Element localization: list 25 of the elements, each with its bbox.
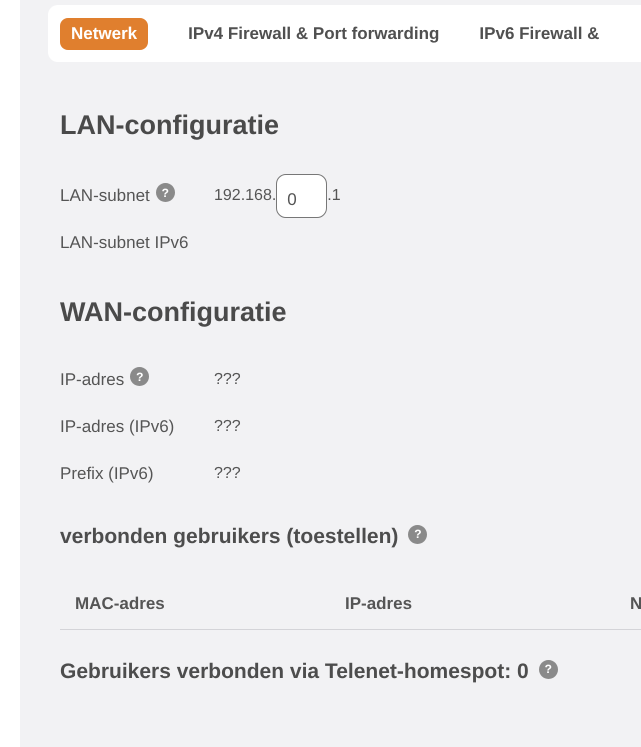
section-title: Gebruikers verbonden via Telenet-homespot: 0 bbox=[60, 660, 529, 684]
field-label: Prefix (IPv6) bbox=[60, 464, 154, 484]
section-title: WAN-configuratie bbox=[60, 296, 288, 329]
field-label: IP-adres (IPv6) bbox=[60, 416, 174, 436]
tab[interactable]: IPv4 Firewall & Port forwarding bbox=[188, 18, 440, 50]
column-header: N bbox=[630, 594, 641, 614]
help-icon[interactable]: ? bbox=[408, 524, 428, 544]
ip-prefix: 192.168. bbox=[214, 186, 276, 204]
tab[interactable]: IPv6 Firewall & bbox=[479, 18, 600, 50]
field-label: LAN-subnet bbox=[60, 186, 150, 206]
column-header: MAC-adres bbox=[75, 594, 166, 614]
ip-suffix: .1 bbox=[327, 186, 341, 204]
field-value: ??? bbox=[214, 464, 241, 482]
field-label: LAN-subnet IPv6 bbox=[60, 232, 189, 252]
section-title: verbonden gebruikers (toestellen) bbox=[60, 525, 398, 549]
column-header: IP-adres bbox=[345, 594, 414, 614]
help-icon[interactable]: ? bbox=[130, 367, 150, 386]
field-value: ??? bbox=[214, 370, 241, 388]
field-label: IP-adres bbox=[60, 370, 124, 390]
help-icon[interactable]: ? bbox=[538, 660, 558, 678]
field-value: ??? bbox=[214, 418, 241, 436]
section-title: LAN-configuratie bbox=[60, 109, 280, 142]
help-icon[interactable]: ? bbox=[156, 183, 175, 202]
tab[interactable]: Netwerk bbox=[60, 18, 148, 50]
subnet-input[interactable]: 0 bbox=[276, 174, 328, 218]
